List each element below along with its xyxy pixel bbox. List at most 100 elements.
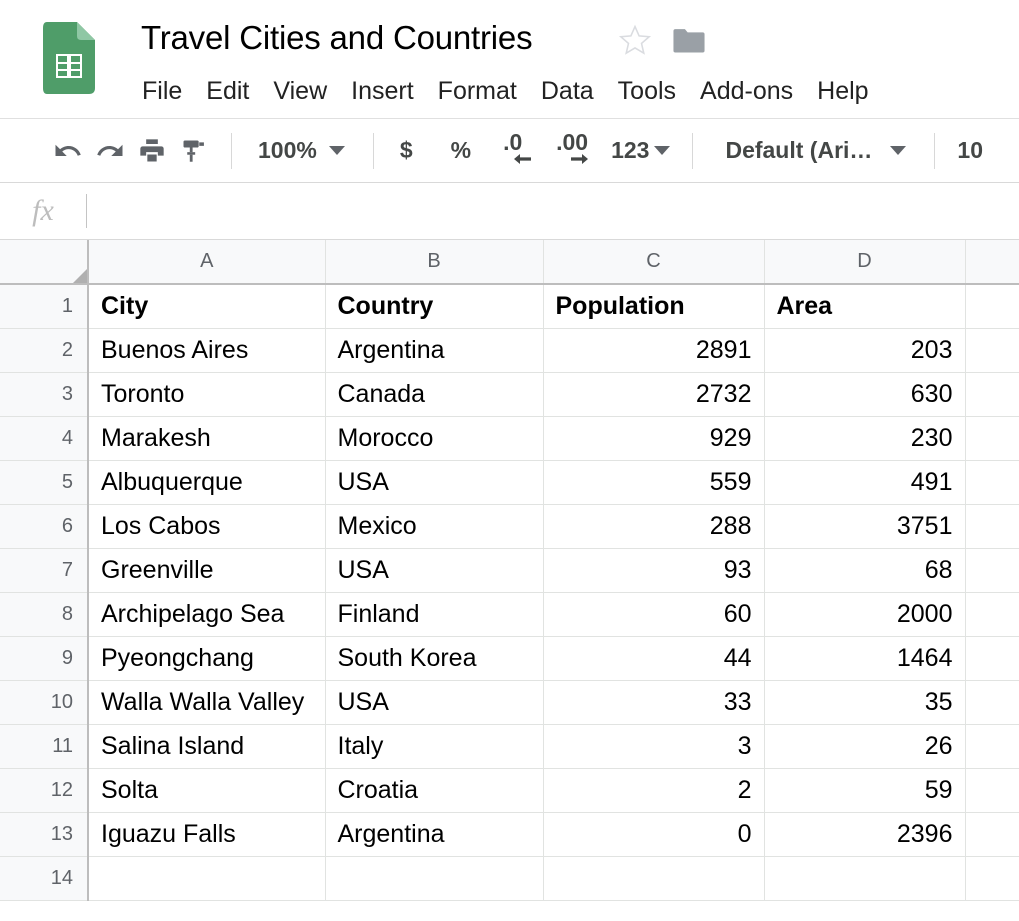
cell-d8[interactable]: 2000: [764, 592, 966, 637]
row-header-1[interactable]: 1: [0, 284, 89, 329]
cell-d5[interactable]: 491: [764, 460, 966, 505]
cell-e2[interactable]: [965, 328, 1019, 373]
row-header-3[interactable]: 3: [0, 372, 89, 417]
cell-a10[interactable]: Walla Walla Valley: [88, 680, 326, 725]
increase-decimal-button[interactable]: .00: [555, 129, 605, 172]
cell-b10[interactable]: USA: [325, 680, 544, 725]
row-header-2[interactable]: 2: [0, 328, 89, 373]
cell-c1[interactable]: Population: [543, 284, 765, 329]
cell-c8[interactable]: 60: [543, 592, 765, 637]
cell-d6[interactable]: 3751: [764, 504, 966, 549]
cell-a13[interactable]: Iguazu Falls: [88, 812, 326, 857]
more-formats-selector[interactable]: 123: [611, 137, 671, 164]
cell-b11[interactable]: Italy: [325, 724, 544, 769]
cell-a8[interactable]: Archipelago Sea: [88, 592, 326, 637]
cell-e6[interactable]: [965, 504, 1019, 549]
cell-c12[interactable]: 2: [543, 768, 765, 813]
cell-e9[interactable]: [965, 636, 1019, 681]
cell-a11[interactable]: Salina Island: [88, 724, 326, 769]
cell-b2[interactable]: Argentina: [325, 328, 544, 373]
cell-c2[interactable]: 2891: [543, 328, 765, 373]
row-header-13[interactable]: 13: [0, 812, 89, 857]
cell-b8[interactable]: Finland: [325, 592, 544, 637]
row-header-9[interactable]: 9: [0, 636, 89, 681]
decrease-decimal-button[interactable]: .0: [501, 129, 545, 172]
cell-b7[interactable]: USA: [325, 548, 544, 593]
menu-item-format[interactable]: Format: [426, 72, 529, 110]
font-size-value[interactable]: 10: [957, 137, 983, 164]
cell-c14[interactable]: [543, 856, 765, 901]
row-header-6[interactable]: 6: [0, 504, 89, 549]
formula-input[interactable]: [87, 182, 1019, 240]
currency-format-button[interactable]: $: [400, 137, 413, 164]
cell-a6[interactable]: Los Cabos: [88, 504, 326, 549]
cell-e11[interactable]: [965, 724, 1019, 769]
cell-e13[interactable]: [965, 812, 1019, 857]
menu-item-insert[interactable]: Insert: [339, 72, 426, 110]
row-header-14[interactable]: 14: [0, 856, 89, 901]
menu-item-data[interactable]: Data: [529, 72, 606, 110]
cell-b6[interactable]: Mexico: [325, 504, 544, 549]
column-header-e[interactable]: [965, 240, 1019, 285]
cell-a9[interactable]: Pyeongchang: [88, 636, 326, 681]
cell-e1[interactable]: [965, 284, 1019, 329]
cell-c5[interactable]: 559: [543, 460, 765, 505]
cell-b14[interactable]: [325, 856, 544, 901]
row-header-4[interactable]: 4: [0, 416, 89, 461]
redo-icon[interactable]: [89, 130, 131, 172]
menu-item-file[interactable]: File: [130, 72, 194, 110]
cell-b5[interactable]: USA: [325, 460, 544, 505]
cell-b12[interactable]: Croatia: [325, 768, 544, 813]
column-header-c[interactable]: C: [543, 240, 765, 285]
cell-e5[interactable]: [965, 460, 1019, 505]
cell-d14[interactable]: [764, 856, 966, 901]
cell-d3[interactable]: 630: [764, 372, 966, 417]
row-header-5[interactable]: 5: [0, 460, 89, 505]
column-header-a[interactable]: A: [88, 240, 326, 285]
cell-a5[interactable]: Albuquerque: [88, 460, 326, 505]
menu-item-help[interactable]: Help: [805, 72, 880, 110]
cell-a12[interactable]: Solta: [88, 768, 326, 813]
cell-c7[interactable]: 93: [543, 548, 765, 593]
paint-format-icon[interactable]: [173, 130, 215, 172]
menu-item-view[interactable]: View: [261, 72, 339, 110]
row-header-7[interactable]: 7: [0, 548, 89, 593]
cell-d4[interactable]: 230: [764, 416, 966, 461]
cell-d2[interactable]: 203: [764, 328, 966, 373]
row-header-11[interactable]: 11: [0, 724, 89, 769]
cell-e7[interactable]: [965, 548, 1019, 593]
cell-a1[interactable]: City: [88, 284, 326, 329]
cell-a2[interactable]: Buenos Aires: [88, 328, 326, 373]
document-title[interactable]: Travel Cities and Countries: [141, 16, 533, 60]
cell-b4[interactable]: Morocco: [325, 416, 544, 461]
cell-a14[interactable]: [88, 856, 326, 901]
cell-b3[interactable]: Canada: [325, 372, 544, 417]
cell-d1[interactable]: Area: [764, 284, 966, 329]
cell-d10[interactable]: 35: [764, 680, 966, 725]
cell-d12[interactable]: 59: [764, 768, 966, 813]
cell-d9[interactable]: 1464: [764, 636, 966, 681]
row-header-12[interactable]: 12: [0, 768, 89, 813]
select-all-corner[interactable]: [0, 240, 89, 285]
zoom-selector[interactable]: 100%: [258, 137, 345, 164]
cell-c11[interactable]: 3: [543, 724, 765, 769]
cell-d13[interactable]: 2396: [764, 812, 966, 857]
row-header-10[interactable]: 10: [0, 680, 89, 725]
cell-d7[interactable]: 68: [764, 548, 966, 593]
undo-icon[interactable]: [47, 130, 89, 172]
menu-item-tools[interactable]: Tools: [606, 72, 688, 110]
column-header-b[interactable]: B: [325, 240, 544, 285]
column-header-d[interactable]: D: [764, 240, 966, 285]
cell-c4[interactable]: 929: [543, 416, 765, 461]
cell-e4[interactable]: [965, 416, 1019, 461]
cell-a3[interactable]: Toronto: [88, 372, 326, 417]
cell-e8[interactable]: [965, 592, 1019, 637]
cell-e3[interactable]: [965, 372, 1019, 417]
cell-c3[interactable]: 2732: [543, 372, 765, 417]
cell-e12[interactable]: [965, 768, 1019, 813]
cell-e10[interactable]: [965, 680, 1019, 725]
font-family-selector[interactable]: Default (Ari…: [725, 137, 907, 164]
cell-c13[interactable]: 0: [543, 812, 765, 857]
star-outline-icon[interactable]: [618, 23, 652, 57]
print-icon[interactable]: [131, 130, 173, 172]
